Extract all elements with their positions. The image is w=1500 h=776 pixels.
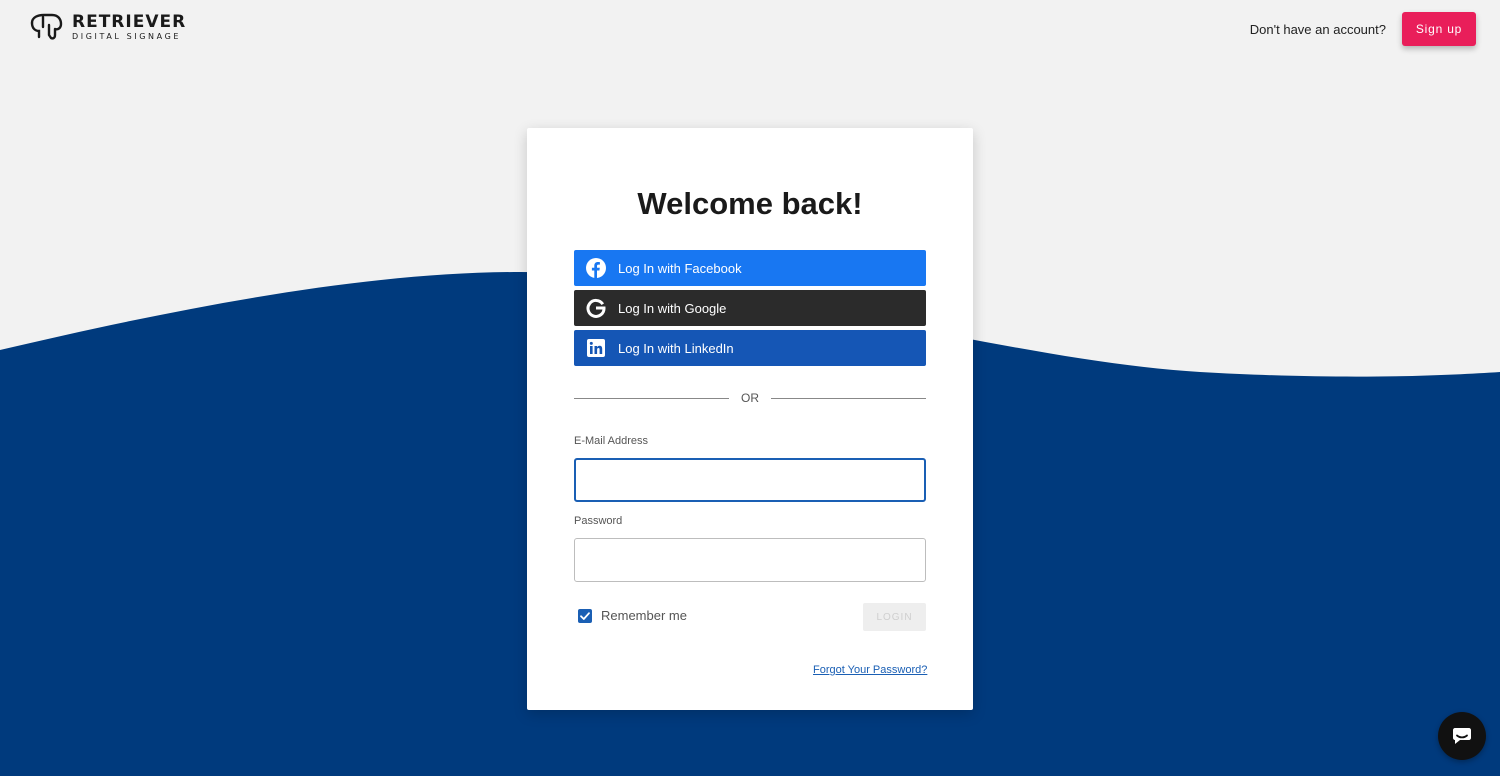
linkedin-icon [586, 338, 606, 358]
divider-text: OR [741, 391, 759, 405]
google-login-button[interactable]: Log In with Google [574, 290, 926, 326]
brand-logo[interactable]: RETRIEVER DIGITAL SIGNAGE [28, 13, 186, 41]
divider-line-right [771, 397, 926, 399]
facebook-login-label: Log In with Facebook [618, 260, 742, 276]
google-login-label: Log In with Google [618, 300, 727, 316]
no-account-text: Don't have an account? [1249, 21, 1386, 37]
login-page: RETRIEVER DIGITAL SIGNAGE Don't have an … [0, 0, 1500, 776]
linkedin-login-label: Log In with LinkedIn [618, 340, 734, 356]
header-actions: Don't have an account? Sign up [1250, 12, 1476, 46]
brand-text: RETRIEVER DIGITAL SIGNAGE [72, 11, 187, 41]
login-button[interactable]: LOGIN [863, 603, 926, 631]
signup-button[interactable]: Sign up [1402, 12, 1476, 46]
page-title: Welcome back! [637, 186, 863, 221]
email-field[interactable] [574, 458, 926, 502]
remember-me-checkbox[interactable] [578, 608, 592, 623]
retriever-logo-icon [30, 13, 63, 40]
facebook-login-button[interactable]: Log In with Facebook [574, 250, 926, 286]
brand-tagline: DIGITAL SIGNAGE [72, 31, 182, 41]
linkedin-login-button[interactable]: Log In with LinkedIn [574, 330, 926, 366]
divider-line-left [574, 397, 729, 399]
check-icon [580, 611, 590, 620]
chat-widget-button[interactable] [1438, 712, 1486, 760]
or-divider: OR [574, 391, 926, 405]
brand-name: RETRIEVER [72, 11, 187, 32]
forgot-password-link[interactable]: Forgot Your Password? [813, 664, 927, 676]
email-label: E-Mail Address [574, 435, 648, 447]
google-icon [586, 298, 606, 318]
remember-me[interactable]: Remember me [578, 608, 687, 623]
password-field[interactable] [574, 538, 926, 582]
chat-icon [1453, 728, 1471, 744]
login-card: Welcome back! Log In with Facebook Log I… [527, 128, 973, 710]
remember-me-label: Remember me [601, 608, 687, 623]
password-label: Password [574, 515, 623, 527]
facebook-icon [586, 258, 606, 278]
